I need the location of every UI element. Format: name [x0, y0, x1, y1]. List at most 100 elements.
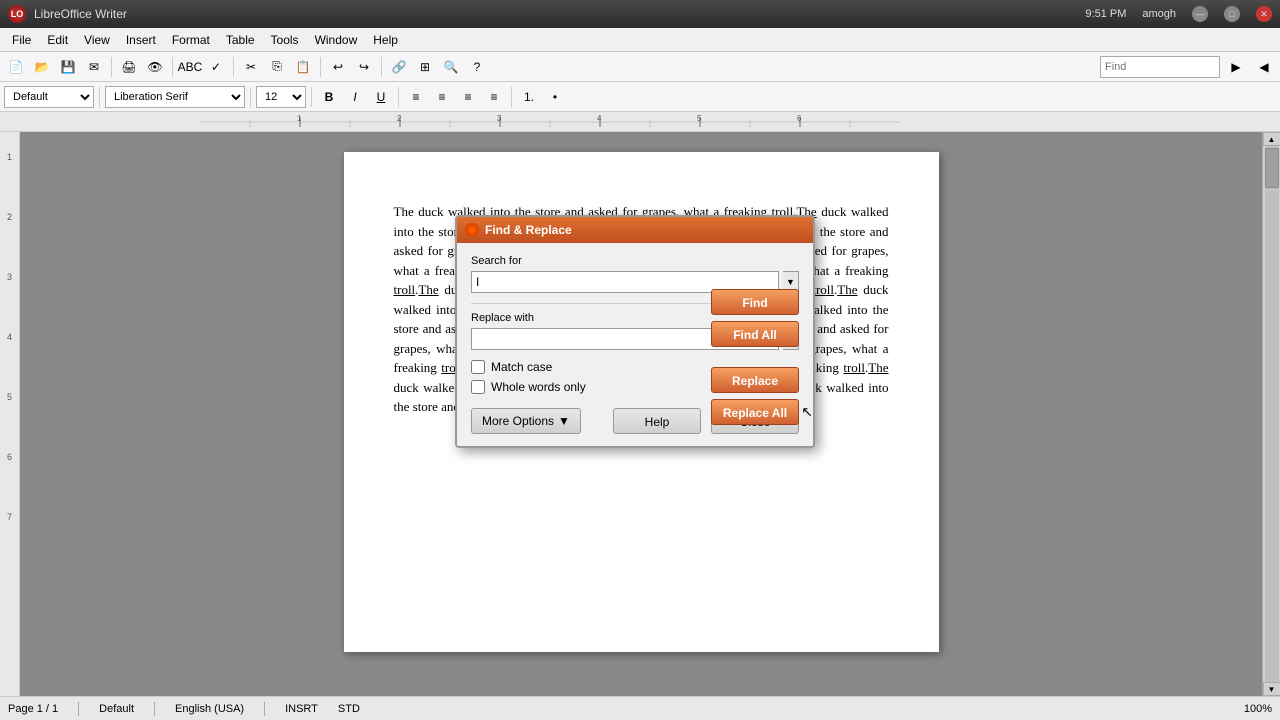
ruler-mark-2: 2 — [0, 212, 19, 272]
dialog-icon — [465, 223, 479, 237]
insert-hyperlink-button[interactable]: 🔗 — [387, 55, 411, 79]
menu-format[interactable]: Format — [164, 31, 218, 49]
troll-link-5b: The — [418, 282, 438, 297]
spellcheck-button[interactable]: ABC — [178, 55, 202, 79]
ruler-mark-3: 3 — [0, 272, 19, 332]
dialog-title: Find & Replace — [485, 223, 572, 237]
scroll-thumb[interactable] — [1265, 148, 1279, 188]
autocorrect-button[interactable]: ✓ — [204, 55, 228, 79]
print-preview-button[interactable]: 👁 — [143, 55, 167, 79]
separator-4 — [320, 57, 321, 77]
menu-window[interactable]: Window — [307, 31, 366, 49]
align-left-button[interactable]: ≡ — [404, 85, 428, 109]
svg-text:1: 1 — [297, 114, 302, 123]
scroll-up-arrow[interactable]: ▲ — [1263, 132, 1280, 146]
zoom-button[interactable]: 🔍 — [439, 55, 463, 79]
copy-button[interactable]: ⎘ — [265, 55, 289, 79]
whole-words-label: Whole words only — [491, 380, 586, 394]
menu-insert[interactable]: Insert — [118, 31, 164, 49]
match-case-label: Match case — [491, 360, 552, 374]
print-button[interactable]: 🖨 — [117, 55, 141, 79]
search-group: Search for ▼ — [471, 255, 799, 293]
horizontal-ruler: 1 2 3 4 5 6 — [0, 112, 1280, 132]
ruler-mark-7: 7 — [0, 512, 19, 572]
svg-text:6: 6 — [797, 114, 802, 123]
align-center-button[interactable]: ≡ — [430, 85, 454, 109]
find-toolbar: ▶ ◀ — [1100, 55, 1276, 79]
replace-all-button[interactable]: Replace All — [711, 399, 799, 425]
insert-mode: INSRT — [285, 703, 318, 715]
user-display: amogh — [1142, 8, 1176, 20]
help-button[interactable]: ? — [465, 55, 489, 79]
search-label: Search for — [471, 255, 799, 267]
undo-button[interactable]: ↩ — [326, 55, 350, 79]
find-toolbar-input[interactable] — [1100, 56, 1220, 78]
align-justify-button[interactable]: ≡ — [482, 85, 506, 109]
separator-10 — [511, 87, 512, 107]
troll-link-6b: The — [837, 282, 857, 297]
menu-edit[interactable]: Edit — [39, 31, 76, 49]
more-options-arrow: ▼ — [558, 414, 570, 428]
open-button[interactable]: 📂 — [30, 55, 54, 79]
more-options-button[interactable]: More Options ▼ — [471, 408, 581, 434]
redo-button[interactable]: ↪ — [352, 55, 376, 79]
minimize-button[interactable]: — — [1192, 6, 1208, 22]
find-next-button[interactable]: ▶ — [1224, 55, 1248, 79]
numbering-button[interactable]: 1. — [517, 85, 541, 109]
cut-button[interactable]: ✂ — [239, 55, 263, 79]
find-prev-button[interactable]: ◀ — [1252, 55, 1276, 79]
time-display: 9:51 PM — [1085, 8, 1126, 20]
style-info: Default — [99, 703, 134, 715]
menu-help[interactable]: Help — [365, 31, 406, 49]
maximize-button[interactable]: □ — [1224, 6, 1240, 22]
window-title: LibreOffice Writer — [34, 7, 1075, 21]
style-dropdown[interactable]: Default — [4, 86, 94, 108]
italic-button[interactable]: I — [343, 85, 367, 109]
scroll-down-arrow[interactable]: ▼ — [1263, 682, 1280, 696]
replace-button[interactable]: Replace — [711, 367, 799, 393]
status-bar: Page 1 / 1 Default English (USA) INSRT S… — [0, 696, 1280, 720]
fontsize-dropdown[interactable]: 12 — [256, 86, 306, 108]
separator-1 — [111, 57, 112, 77]
bullets-button[interactable]: • — [543, 85, 567, 109]
replace-all-wrapper: Replace All ↖ — [711, 399, 799, 425]
ruler-mark-6: 6 — [0, 452, 19, 512]
troll-link-11: troll — [843, 360, 865, 375]
insert-table-button[interactable]: ⊞ — [413, 55, 437, 79]
ruler-mark-1: 1 — [0, 152, 19, 212]
more-options-label: More Options — [482, 414, 554, 428]
btn-spacer — [711, 353, 799, 361]
bold-button[interactable]: B — [317, 85, 341, 109]
separator-8 — [311, 87, 312, 107]
save-button[interactable]: 💾 — [56, 55, 80, 79]
close-button[interactable]: ✕ — [1256, 6, 1272, 22]
menu-table[interactable]: Table — [218, 31, 263, 49]
status-sep-3 — [264, 702, 265, 716]
status-right: 100% — [1244, 703, 1272, 715]
font-dropdown[interactable]: Liberation Serif — [105, 86, 245, 108]
toolbar-formatting: Default Liberation Serif 12 B I U ≡ ≡ ≡ … — [0, 82, 1280, 112]
separator-3 — [233, 57, 234, 77]
right-buttons: Find Find All Replace Replace All ↖ — [711, 289, 799, 425]
underline-button[interactable]: U — [369, 85, 393, 109]
cursor-icon: ↖ — [801, 404, 813, 421]
align-right-button[interactable]: ≡ — [456, 85, 480, 109]
svg-text:3: 3 — [497, 114, 502, 123]
menu-file[interactable]: File — [4, 31, 39, 49]
find-button[interactable]: Find — [711, 289, 799, 315]
find-all-button[interactable]: Find All — [711, 321, 799, 347]
new-button[interactable]: 📄 — [4, 55, 28, 79]
language-info: English (USA) — [175, 703, 244, 715]
dialog-body: Search for ▼ Replace with ▼ — [457, 243, 813, 446]
menu-view[interactable]: View — [76, 31, 118, 49]
scroll-track[interactable] — [1265, 146, 1279, 682]
vertical-scrollbar[interactable]: ▲ ▼ — [1262, 132, 1280, 696]
email-button[interactable]: ✉ — [82, 55, 106, 79]
help-button[interactable]: Help — [613, 408, 701, 434]
match-case-checkbox[interactable] — [471, 360, 485, 374]
paste-button[interactable]: 📋 — [291, 55, 315, 79]
menu-tools[interactable]: Tools — [263, 31, 307, 49]
toolbar-standard: 📄 📂 💾 ✉ 🖨 👁 ABC ✓ ✂ ⎘ 📋 ↩ ↪ 🔗 ⊞ 🔍 ? ▶ ◀ — [0, 52, 1280, 82]
whole-words-checkbox[interactable] — [471, 380, 485, 394]
dialog-title-bar[interactable]: Find & Replace — [457, 217, 813, 243]
